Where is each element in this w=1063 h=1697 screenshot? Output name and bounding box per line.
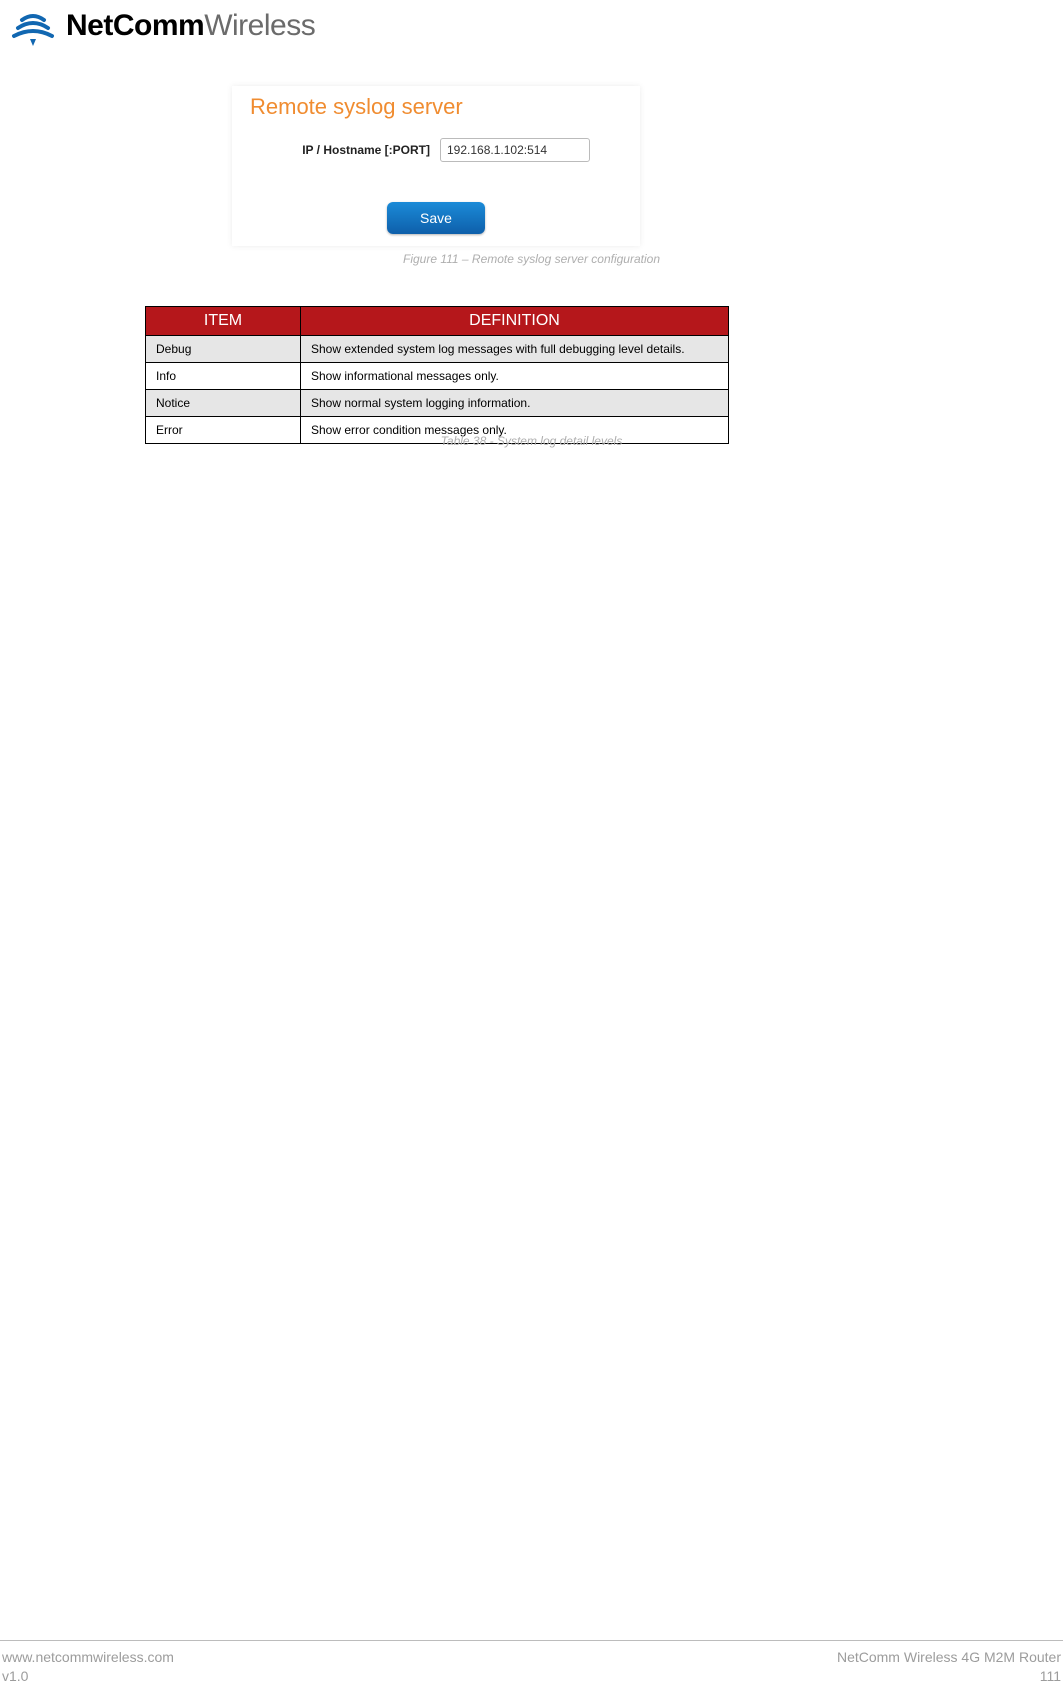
th-item: ITEM xyxy=(146,307,301,336)
panel-title: Remote syslog server xyxy=(250,94,622,120)
ip-hostname-row: IP / Hostname [:PORT] xyxy=(250,138,622,162)
cell-item: Info xyxy=(146,363,301,390)
footer-page-number: 111 xyxy=(837,1667,1061,1687)
ip-hostname-input[interactable] xyxy=(440,138,590,162)
table-caption: Table 38 - System log detail levels xyxy=(0,434,1063,448)
figure-caption: Figure 111 – Remote syslog server config… xyxy=(0,252,1063,266)
remote-syslog-panel: Remote syslog server IP / Hostname [:POR… xyxy=(232,86,640,246)
table-header-row: ITEM DEFINITION xyxy=(146,307,729,336)
cell-item: Notice xyxy=(146,390,301,417)
footer-version: v1.0 xyxy=(2,1667,174,1687)
log-level-table: ITEM DEFINITION Debug Show extended syst… xyxy=(145,306,729,444)
footer-product: NetComm Wireless 4G M2M Router xyxy=(837,1648,1061,1668)
brand-light: Wireless xyxy=(204,9,315,42)
page-header: NetCommWireless xyxy=(0,0,1063,46)
netcomm-signal-icon xyxy=(10,6,56,46)
table-row: Info Show informational messages only. xyxy=(146,363,729,390)
brand-logo: NetCommWireless xyxy=(10,6,1063,46)
save-button[interactable]: Save xyxy=(387,202,485,234)
brand-bold: NetComm xyxy=(66,9,204,42)
footer-right: NetComm Wireless 4G M2M Router 111 xyxy=(837,1648,1061,1687)
footer-url: www.netcommwireless.com xyxy=(2,1648,174,1668)
brand-text: NetCommWireless xyxy=(66,9,315,43)
ip-hostname-label: IP / Hostname [:PORT] xyxy=(250,143,430,157)
footer-divider xyxy=(0,1640,1063,1641)
cell-item: Debug xyxy=(146,336,301,363)
th-definition: DEFINITION xyxy=(301,307,729,336)
table-row: Debug Show extended system log messages … xyxy=(146,336,729,363)
cell-definition: Show informational messages only. xyxy=(301,363,729,390)
page-footer: www.netcommwireless.com v1.0 NetComm Wir… xyxy=(0,1648,1063,1687)
cell-definition: Show normal system logging information. xyxy=(301,390,729,417)
footer-left: www.netcommwireless.com v1.0 xyxy=(2,1648,174,1687)
table-row: Notice Show normal system logging inform… xyxy=(146,390,729,417)
cell-definition: Show extended system log messages with f… xyxy=(301,336,729,363)
